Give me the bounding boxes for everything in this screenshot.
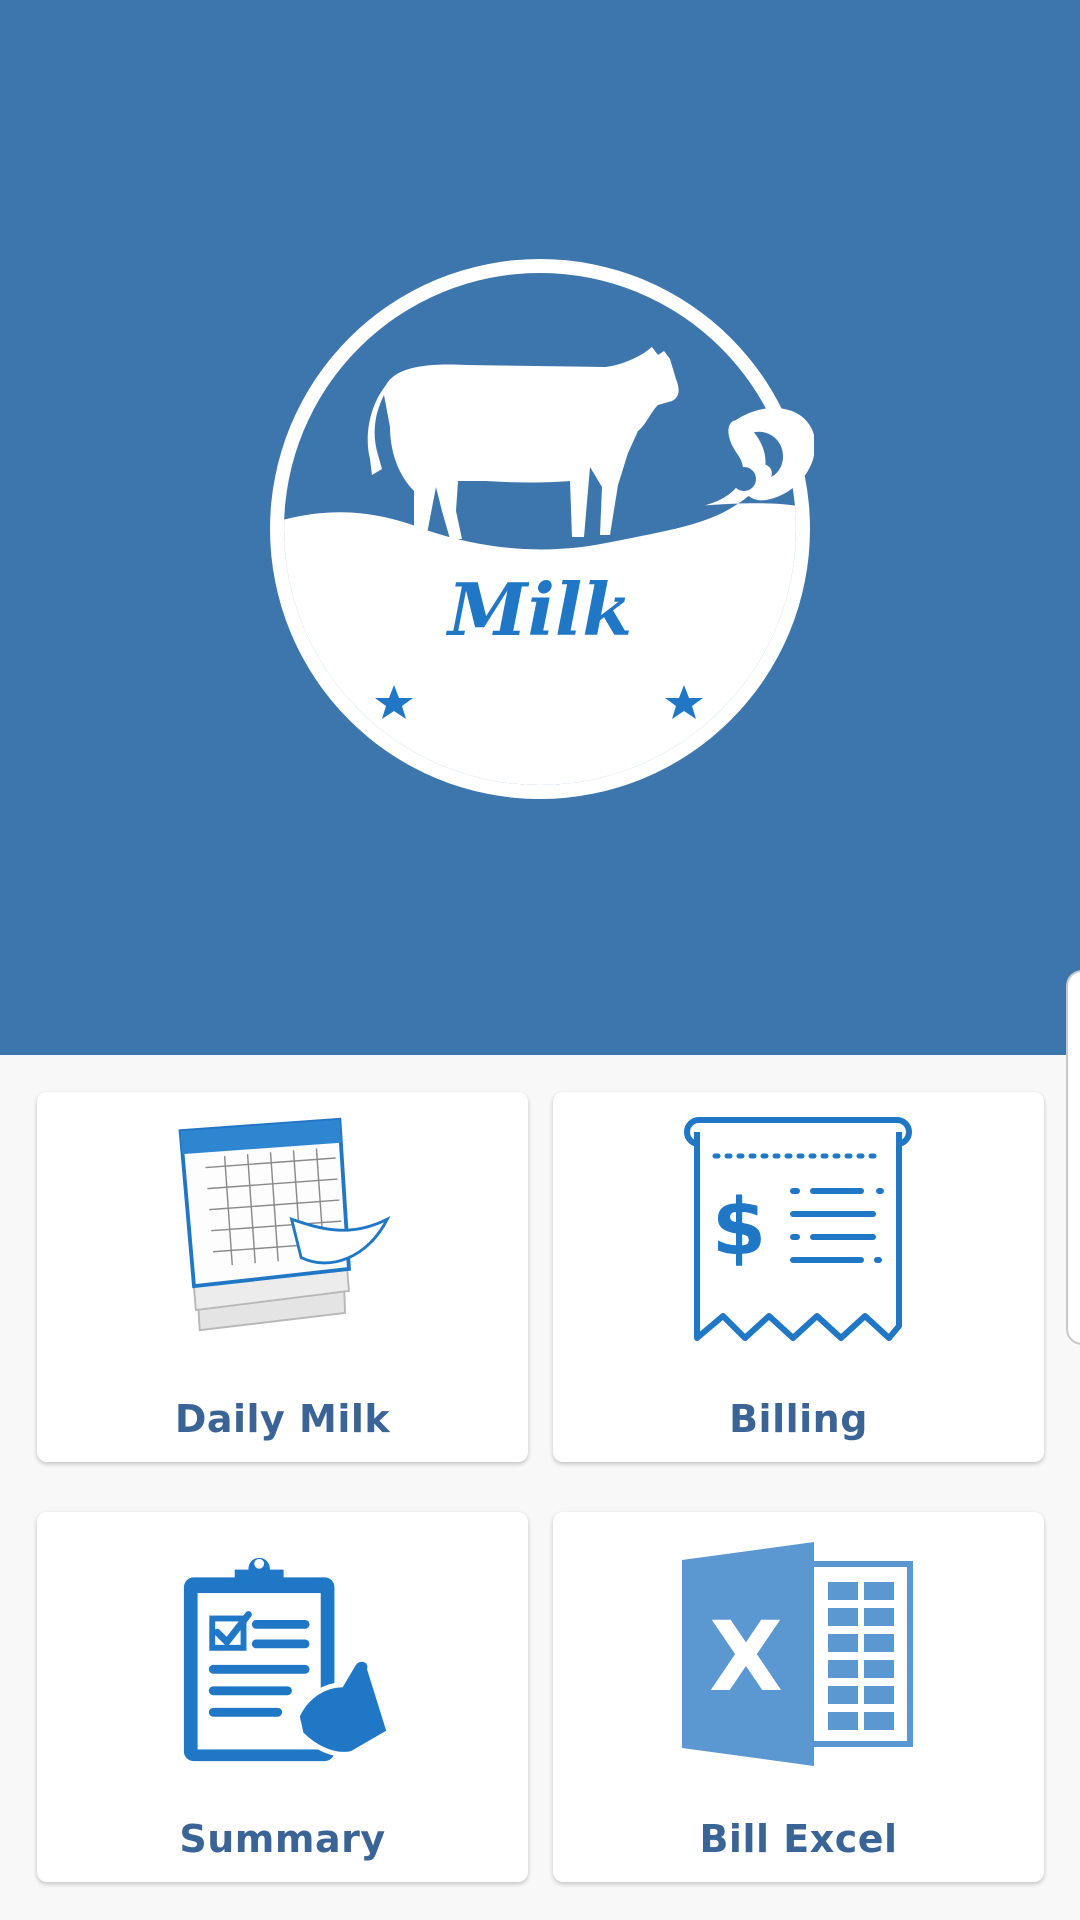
cow-milk-logo-icon: Milk [270, 259, 814, 799]
svg-text:X: X [709, 1601, 783, 1713]
calendar-icon [37, 1092, 528, 1362]
daily-milk-button[interactable]: Daily Milk [37, 1092, 528, 1462]
svg-text:$: $ [712, 1183, 766, 1273]
summary-button[interactable]: Summary [37, 1512, 528, 1882]
clipboard-checklist-icon [37, 1512, 528, 1782]
excel-icon: X [553, 1512, 1044, 1782]
bill-excel-label: Bill Excel [699, 1817, 898, 1861]
daily-milk-label: Daily Milk [174, 1397, 391, 1441]
summary-label: Summary [179, 1817, 386, 1861]
logo-text: Milk [445, 567, 632, 652]
app-logo: Milk [266, 255, 814, 803]
bill-excel-button[interactable]: X Bill Excel [553, 1512, 1044, 1882]
billing-label: Billing [729, 1397, 868, 1441]
receipt-icon: $ [553, 1092, 1044, 1362]
edge-panel-handle[interactable] [1066, 970, 1080, 1345]
billing-button[interactable]: $ Billing [553, 1092, 1044, 1462]
header-banner: Milk [0, 0, 1080, 1055]
